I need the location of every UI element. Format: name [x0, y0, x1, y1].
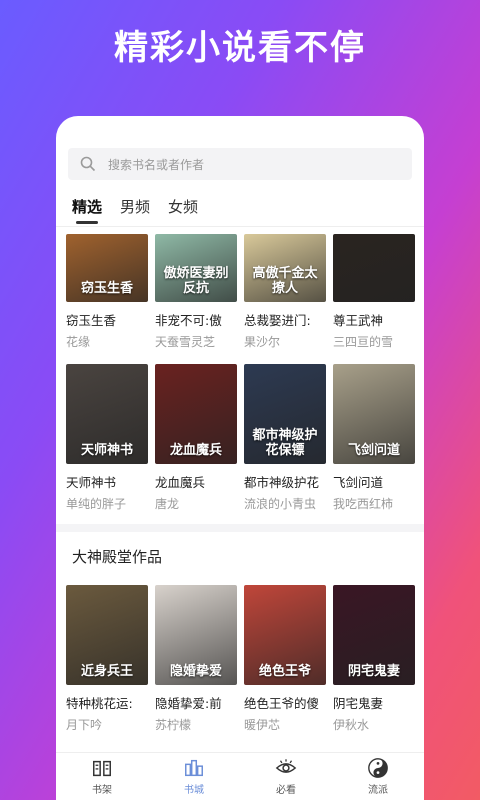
- book-cover[interactable]: 龙血魔兵: [155, 364, 237, 464]
- yin-yang-icon: [368, 758, 388, 778]
- book-cover[interactable]: 傲娇医妻别反抗: [155, 234, 237, 302]
- book-cover[interactable]: 飞剑问道: [333, 364, 415, 464]
- book-cover[interactable]: [333, 234, 415, 302]
- masters-row: 近身兵王 特种桃花运: 月下吟 隐婚挚爱 隐婚挚爱:前 苏柠檬 绝色王爷 绝色王爷的傻 暖伊芯阴…: [56, 585, 424, 733]
- book-title[interactable]: 龙血魔兵: [155, 472, 237, 491]
- category-tabs: 精选 男频 女频: [72, 196, 198, 224]
- tab-female[interactable]: 女频: [168, 196, 198, 217]
- nav-label: 流派: [368, 785, 388, 796]
- book-author: 唐龙: [155, 497, 180, 511]
- book-cover[interactable]: 天师神书: [66, 364, 148, 464]
- book-card[interactable]: 高傲千金太撩人总裁娶进门: 果沙尔: [244, 234, 326, 350]
- tab-divider: [56, 226, 424, 227]
- section-title: 大神殿堂作品: [72, 548, 163, 566]
- nav-bookstore[interactable]: 书城: [148, 753, 240, 800]
- book-author: 三四亘的雪: [333, 335, 394, 349]
- book-title[interactable]: 特种桃花运:: [66, 693, 148, 712]
- phone-screen: 搜索书名或者作者 精选 男频 女频 窃玉生香 窃玉生香 花缘 傲娇医妻别反抗 非宠不可:…: [56, 116, 424, 800]
- section-separator: [56, 524, 424, 532]
- eye-icon: [275, 759, 297, 773]
- book-card[interactable]: 绝色王爷绝色王爷的傻暖伊芯: [244, 585, 326, 733]
- book-title[interactable]: 尊王武神: [333, 310, 415, 329]
- featured-row-2: 天师神书 天师神书 单纯的胖子 龙血魔兵 龙血魔兵 唐龙 都市神级护花保镖 都市神级护花 流浪的…: [56, 364, 424, 512]
- book-cover[interactable]: 隐婚挚爱: [155, 585, 237, 685]
- tab-male[interactable]: 男频: [120, 196, 150, 217]
- book-cover[interactable]: 都市神级护花保镖: [244, 364, 326, 464]
- book-card[interactable]: 隐婚挚爱隐婚挚爱:前苏柠檬: [155, 585, 237, 733]
- book-title[interactable]: 都市神级护花: [244, 472, 326, 491]
- book-author: 花缘: [66, 335, 91, 349]
- book-cover[interactable]: 窃玉生香: [66, 234, 148, 302]
- book-card[interactable]: 窃玉生香 窃玉生香 花缘: [66, 234, 148, 350]
- cover-title: 傲娇医妻别反抗: [163, 266, 229, 296]
- book-author: 苏柠檬: [155, 718, 192, 732]
- book-card[interactable]: 飞剑问道 飞剑问道 我吃西红柿: [333, 364, 415, 512]
- book-title[interactable]: 非宠不可:傲: [155, 310, 237, 329]
- book-title[interactable]: 窃玉生香: [66, 310, 148, 329]
- book-cover[interactable]: 高傲千金太撩人: [244, 234, 326, 302]
- search-input[interactable]: 搜索书名或者作者: [108, 156, 204, 173]
- cover-title: 绝色王爷: [258, 663, 311, 679]
- book-card[interactable]: 近身兵王特种桃花运: 月下吟: [66, 585, 148, 733]
- book-author: 天蚕雪灵芝: [155, 335, 216, 349]
- bookstore-icon: [185, 759, 203, 777]
- book-author: 月下吟: [66, 718, 103, 732]
- book-title[interactable]: 总裁娶进门:: [244, 310, 326, 329]
- search-icon: [80, 156, 96, 172]
- book-card[interactable]: 天师神书 天师神书 单纯的胖子: [66, 364, 148, 512]
- book-cover[interactable]: 绝色王爷: [244, 585, 326, 685]
- book-author: 单纯的胖子: [66, 497, 127, 511]
- book-title[interactable]: 阴宅鬼妻: [333, 693, 415, 712]
- book-card[interactable]: 龙血魔兵 龙血魔兵 唐龙: [155, 364, 237, 512]
- cover-title: 都市神级护花保镖: [252, 428, 318, 458]
- bottom-nav: 书架 书城 必看 流派: [56, 752, 424, 800]
- book-cover[interactable]: 近身兵王: [66, 585, 148, 685]
- nav-label: 必看: [276, 785, 296, 796]
- book-title[interactable]: 绝色王爷的傻: [244, 693, 326, 712]
- cover-title: 龙血魔兵: [169, 442, 222, 458]
- book-cover[interactable]: 阴宅鬼妻: [333, 585, 415, 685]
- nav-must-read[interactable]: 必看: [240, 753, 332, 800]
- book-author: 暖伊芯: [244, 718, 281, 732]
- book-author: 我吃西红柿: [333, 497, 394, 511]
- cover-title: 天师神书: [80, 442, 133, 458]
- featured-row-1: 窃玉生香 窃玉生香 花缘 傲娇医妻别反抗 非宠不可:傲 天蚕雪灵芝 高傲千金太撩人 总裁娶进门…: [56, 234, 424, 350]
- cover-title: 近身兵王: [80, 663, 133, 679]
- book-author: 伊秋水: [333, 718, 370, 732]
- cover-title: 飞剑问道: [347, 442, 400, 458]
- cover-title: 阴宅鬼妻: [347, 663, 400, 679]
- nav-label: 书架: [92, 785, 112, 796]
- book-title[interactable]: 隐婚挚爱:前: [155, 693, 237, 712]
- book-open-icon: [93, 760, 111, 777]
- cover-title: 隐婚挚爱: [169, 663, 222, 679]
- nav-label: 书城: [184, 785, 204, 796]
- nav-genre[interactable]: 流派: [332, 753, 424, 800]
- book-title[interactable]: 飞剑问道: [333, 472, 415, 491]
- book-card[interactable]: 阴宅鬼妻 阴宅鬼妻 伊秋水: [333, 585, 415, 733]
- book-author: 流浪的小青虫: [244, 497, 317, 511]
- book-card[interactable]: 都市神级护花保镖都市神级护花流浪的小青虫: [244, 364, 326, 512]
- cover-title: 窃玉生香: [80, 280, 133, 296]
- cover-title: 高傲千金太撩人: [252, 266, 318, 296]
- promo-headline: 精彩小说看不停: [114, 28, 366, 68]
- search-bar[interactable]: 搜索书名或者作者: [68, 148, 412, 180]
- book-title[interactable]: 天师神书: [66, 472, 148, 491]
- book-author: 果沙尔: [244, 335, 281, 349]
- book-card[interactable]: 傲娇医妻别反抗非宠不可:傲天蚕雪灵芝: [155, 234, 237, 350]
- tab-selected[interactable]: 精选: [72, 196, 102, 224]
- book-card[interactable]: 尊王武神 三四亘的雪: [333, 234, 415, 350]
- nav-bookshelf[interactable]: 书架: [56, 753, 148, 800]
